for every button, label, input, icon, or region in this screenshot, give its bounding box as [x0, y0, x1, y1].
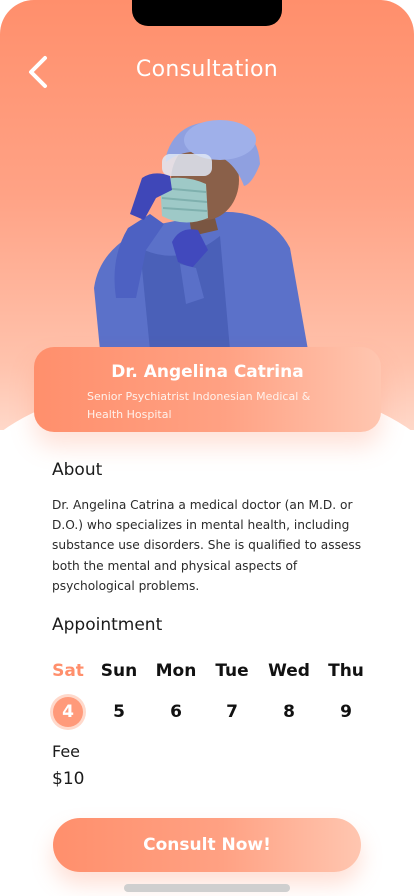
day-option-mon[interactable]: Mon 6: [148, 660, 204, 727]
day-date: 9: [340, 702, 352, 722]
day-option-tue[interactable]: Tue 7: [204, 660, 260, 727]
day-label: Thu: [328, 661, 364, 681]
day-label: Sat: [52, 661, 84, 681]
day-option-sat[interactable]: Sat 4: [40, 660, 96, 727]
day-option-sun[interactable]: Sun 5: [91, 660, 147, 727]
day-label: Wed: [268, 661, 310, 681]
doctor-name: Dr. Angelina Catrina: [111, 362, 304, 382]
day-option-wed[interactable]: Wed 8: [261, 660, 317, 727]
page-title: Consultation: [135, 57, 279, 82]
day-date: 4: [53, 697, 83, 727]
device-notch: [132, 0, 282, 26]
day-date: 6: [170, 702, 182, 722]
day-label: Mon: [155, 661, 197, 681]
about-text: Dr. Angelina Catrina a medical doctor (a…: [52, 498, 362, 593]
about-heading: About: [52, 460, 103, 480]
doctor-card: Dr. Angelina Catrina Senior Psychiatrist…: [34, 347, 381, 432]
day-date: 7: [226, 702, 238, 722]
fee-label: Fee: [52, 742, 81, 761]
home-indicator: [124, 884, 290, 892]
day-option-thu[interactable]: Thu 9: [318, 660, 374, 727]
appointment-heading: Appointment: [52, 615, 163, 635]
doctor-photo: [94, 120, 308, 350]
phone-screen: Consultation Dr. Angelina Catrina Senior…: [0, 0, 414, 896]
fee-value: $10: [52, 769, 85, 789]
consult-now-button[interactable]: Consult Now!: [53, 818, 361, 872]
appointment-day-picker: Sat 4 Sun 5 Mon 6 Tue 7 Wed 8 Thu 9: [40, 660, 378, 730]
day-label: Tue: [215, 661, 249, 681]
day-date: 5: [113, 702, 125, 722]
day-label: Sun: [100, 661, 138, 681]
doctor-role: Senior Psychiatrist Indonesian Medical &…: [87, 390, 311, 421]
day-date: 8: [283, 702, 295, 722]
